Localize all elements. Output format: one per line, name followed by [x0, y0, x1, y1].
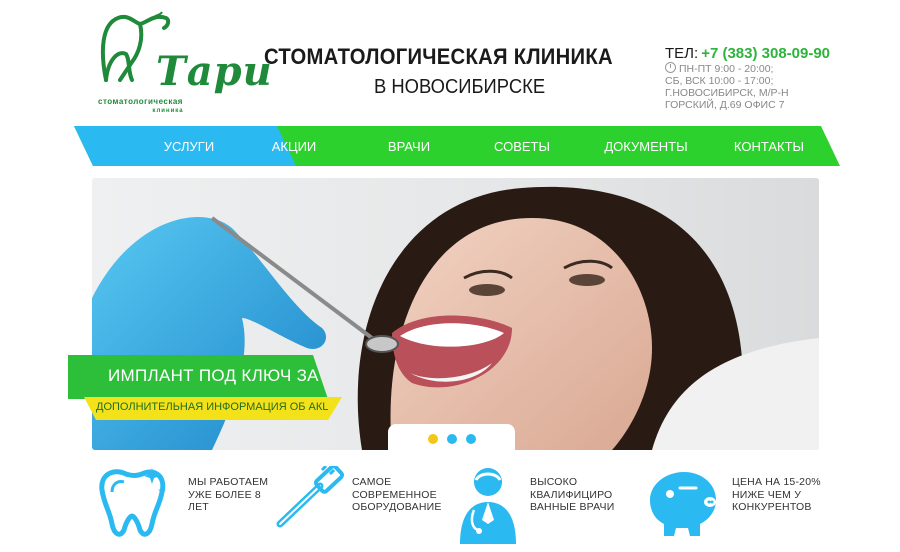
- main-nav: УСЛУГИ АКЦИИ ВРАЧИ СОВЕТЫ ДОКУМЕНТЫ КОНТ…: [74, 126, 840, 166]
- promo-title: ИМПЛАНТ ПОД КЛЮЧ ЗА: [108, 366, 319, 385]
- slider-dot-2[interactable]: [447, 434, 457, 444]
- doctor-icon: [460, 468, 516, 544]
- slider-pagination: [388, 424, 515, 452]
- promo-more-link[interactable]: ДОПОЛНИТЕЛЬНАЯ ИНФОРМАЦИЯ ОБ АКЦИИ: [96, 401, 328, 413]
- hours-weekend: СБ, ВСК 10:00 - 17:00;: [665, 75, 774, 87]
- logo-subtitle: стоматологическая: [98, 97, 183, 106]
- tooth-sparkle-icon: [99, 468, 166, 537]
- feature-experience-text: МЫ РАБОТАЕМ УЖЕ БОЛЕЕ 8 ЛЕТ: [188, 476, 269, 513]
- nav-item-advice[interactable]: СОВЕТЫ: [462, 126, 582, 166]
- contacts-block: ТЕЛ: +7 (383) 308-09-90 ПН-ПТ 9:00 - 20:0…: [665, 45, 895, 111]
- phone-line: ТЕЛ: +7 (383) 308-09-90: [665, 45, 895, 62]
- feature-price-text: ЦЕНА НА 15-20% НИЖЕ ЧЕМ У КОНКУРЕНТОВ: [732, 476, 821, 513]
- clinic-logo[interactable]: Тари стоматологическая клиника: [98, 10, 272, 120]
- piggy-bank-icon: [650, 472, 716, 536]
- hours-weekdays-text: ПН-ПТ 9:00 - 20:00;: [679, 63, 774, 75]
- nav-item-promotions[interactable]: АКЦИИ: [234, 126, 354, 166]
- page-title: СТОМАТОЛОГИЧЕСКАЯ КЛИНИКА: [264, 44, 613, 69]
- nav-item-doctors[interactable]: ВРАЧИ: [349, 126, 469, 166]
- nav-item-documents[interactable]: ДОКУМЕНТЫ: [584, 126, 708, 166]
- address-line-2: ГОРСКИЙ, Д.69 ОФИС 7: [665, 99, 785, 111]
- logo-name: Тари: [156, 48, 273, 95]
- slider-dot-1[interactable]: [428, 434, 438, 444]
- nav-item-contacts[interactable]: КОНТАКТЫ: [714, 126, 824, 166]
- toothbrush-icon: [276, 466, 345, 528]
- feature-equipment-text: САМОЕ СОВРЕМЕННОЕ ОБОРУДОВАНИЕ: [352, 476, 442, 513]
- clock-icon: [665, 62, 676, 73]
- slider-dot-3[interactable]: [466, 434, 476, 444]
- phone-link[interactable]: +7 (383) 308-09-90: [701, 45, 830, 62]
- address-line-1: Г.НОВОСИБИРСК, М/Р-Н: [665, 87, 789, 99]
- page-subtitle: В НОВОСИБИРСКЕ: [374, 76, 546, 98]
- hours-weekdays: ПН-ПТ 9:00 - 20:00;: [665, 62, 895, 75]
- phone-label: ТЕЛ:: [665, 45, 699, 62]
- feature-doctors-text: ВЫСОКО КВАЛИФИЦИРО ВАННЫЕ ВРАЧИ: [530, 476, 615, 513]
- logo-subtitle-2: клиника: [152, 108, 184, 114]
